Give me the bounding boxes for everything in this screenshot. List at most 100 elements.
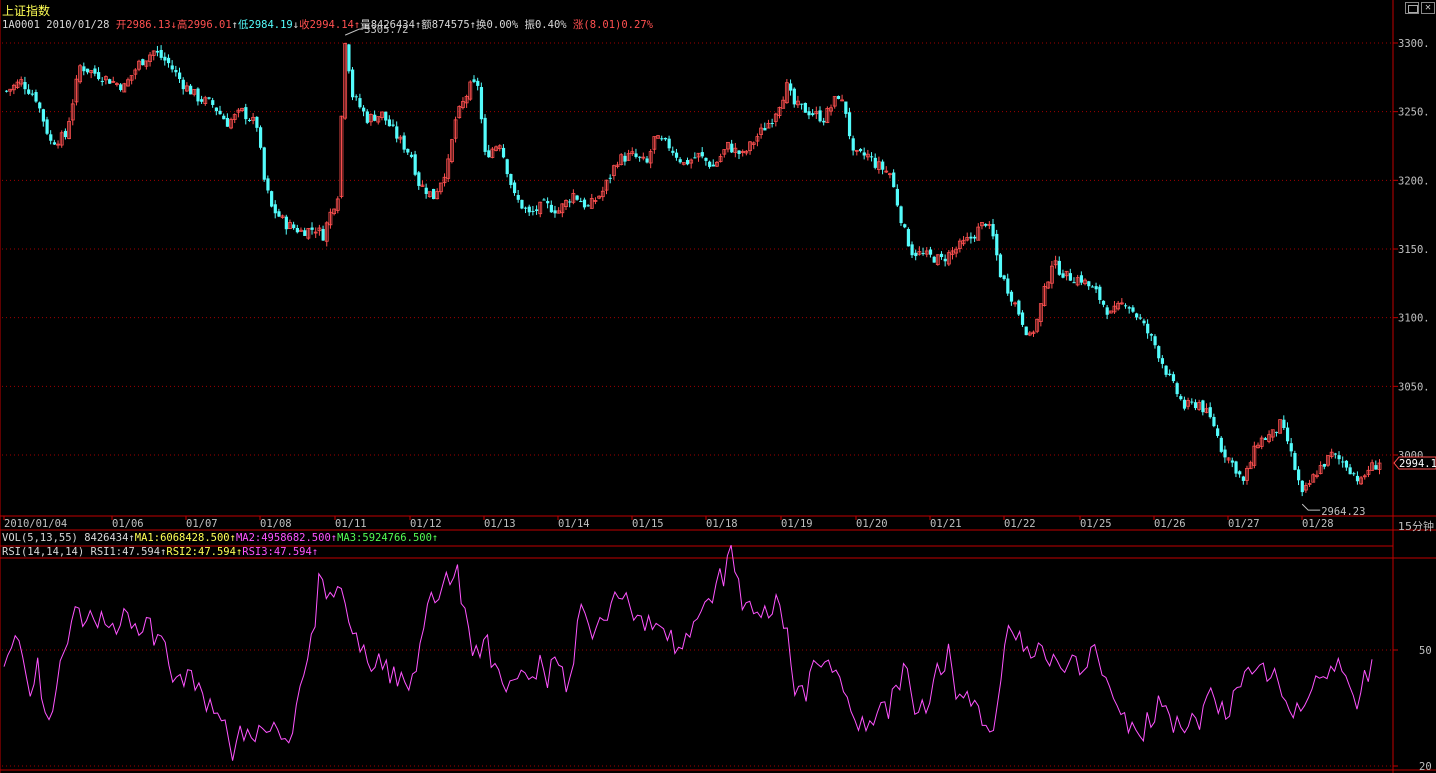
candle-body-down bbox=[568, 201, 572, 203]
price-grid bbox=[2, 42, 1393, 456]
candle-body-down bbox=[1124, 305, 1128, 307]
candle-body-down bbox=[82, 66, 86, 72]
candle-body-down bbox=[1374, 465, 1378, 470]
candle-body-down bbox=[45, 119, 49, 134]
candle-body-down bbox=[586, 205, 590, 207]
price-axis: 3000.3050.3100.3150.3200.3250.3300. bbox=[1393, 38, 1430, 462]
price-tick-label: 3050. bbox=[1398, 381, 1430, 393]
candle-body-down bbox=[108, 79, 112, 84]
candle-body-down bbox=[1179, 396, 1183, 400]
candle-body-down bbox=[505, 159, 509, 175]
candle-body-down bbox=[1263, 438, 1268, 440]
candle-body-down bbox=[708, 161, 712, 167]
date-tick-label: 01/22 bbox=[1004, 518, 1036, 530]
candle-body-down bbox=[273, 204, 277, 214]
price-tick-label: 3150. bbox=[1398, 244, 1430, 256]
candle-body-down bbox=[667, 138, 671, 149]
rsi1-value: RSI1:47.594 bbox=[90, 546, 161, 558]
candle-body-down bbox=[881, 161, 885, 170]
candle-body-down bbox=[671, 150, 675, 153]
candle-body-down bbox=[1193, 402, 1198, 409]
candle-body-down bbox=[998, 254, 1003, 278]
high-label: 高 bbox=[176, 19, 188, 31]
candle-body-down bbox=[678, 159, 682, 163]
candle-body-down bbox=[395, 126, 399, 139]
candle-body-down bbox=[737, 150, 741, 154]
candle-body-down bbox=[373, 114, 377, 121]
candle-body-down bbox=[608, 177, 612, 179]
candle-body-down bbox=[660, 138, 664, 140]
candle-body-down bbox=[1348, 467, 1352, 475]
amount-value: 874575 bbox=[431, 19, 470, 31]
candle-body-down bbox=[910, 244, 914, 256]
candle-body-down bbox=[634, 153, 638, 157]
date-tick-label: 01/12 bbox=[410, 518, 442, 530]
candle-body-down bbox=[991, 224, 995, 237]
candle-body-down bbox=[903, 224, 907, 228]
candle-body-down bbox=[763, 128, 767, 131]
close-icon[interactable]: ✕ bbox=[1421, 2, 1435, 14]
candle-body-down bbox=[1282, 419, 1286, 428]
min-price-leader bbox=[1301, 503, 1321, 511]
candle-body-down bbox=[63, 130, 68, 138]
candle-body-down bbox=[892, 172, 896, 188]
candle-body-down bbox=[1098, 286, 1102, 300]
candle-body-down bbox=[711, 164, 715, 167]
candle-body-down bbox=[1300, 480, 1304, 493]
candle-body-down bbox=[645, 158, 649, 163]
candle-body-down bbox=[844, 101, 848, 114]
candle-body-down bbox=[225, 117, 230, 127]
candle-body-down bbox=[1094, 286, 1098, 290]
candle-body-down bbox=[384, 111, 388, 121]
rsi-series bbox=[3, 545, 1373, 761]
candle-body-down bbox=[1131, 307, 1135, 312]
candle-body-down bbox=[693, 157, 697, 159]
candle-body-down bbox=[524, 207, 528, 209]
high-value: 2996.01 bbox=[187, 19, 232, 31]
candle-body-down bbox=[163, 56, 167, 61]
candle-body-down bbox=[30, 93, 34, 95]
restore-window-icon[interactable] bbox=[1405, 2, 1419, 14]
candle-body-down bbox=[476, 80, 480, 86]
candle-body-down bbox=[244, 107, 248, 120]
close-label: 收 bbox=[299, 19, 310, 31]
candle-body-down bbox=[174, 70, 178, 73]
candle-body-down bbox=[321, 229, 325, 241]
candle-body-down bbox=[789, 83, 793, 91]
candle-body-down bbox=[800, 103, 804, 105]
candle-body-down bbox=[973, 236, 977, 239]
period-selector[interactable]: 15分钟 bbox=[1398, 518, 1434, 534]
low-label: 低 bbox=[238, 19, 249, 31]
candle-body-down bbox=[413, 154, 417, 175]
low-value: 2984.19 bbox=[248, 19, 293, 31]
candle-body-down bbox=[1020, 312, 1025, 325]
candle-body-down bbox=[85, 68, 90, 73]
candle-body-down bbox=[1175, 383, 1179, 395]
change-value: (8.01)0.27% bbox=[583, 19, 653, 31]
candle-body-down bbox=[939, 253, 944, 258]
candle-body-down bbox=[358, 98, 362, 108]
candle-body-down bbox=[362, 107, 366, 112]
candle-body-down bbox=[546, 201, 550, 204]
candle-body-down bbox=[178, 72, 182, 80]
date-tick-label: 01/13 bbox=[484, 518, 516, 530]
candle-body-down bbox=[170, 65, 174, 70]
vol-ma3: MA3:5924766.500 bbox=[337, 532, 432, 544]
amplitude-value: 0.40% bbox=[534, 19, 567, 31]
candle-body-down bbox=[1238, 471, 1242, 475]
candle-body-down bbox=[262, 147, 266, 180]
candle-body-down bbox=[1138, 317, 1142, 319]
candle-body-down bbox=[1087, 281, 1091, 287]
candle-body-down bbox=[1024, 326, 1028, 336]
candle-body-down bbox=[277, 211, 281, 217]
candle-body-down bbox=[34, 92, 38, 102]
candle-body-down bbox=[501, 147, 506, 158]
candle-body-down bbox=[1341, 461, 1345, 463]
candle-body-down bbox=[1149, 334, 1153, 336]
candle-body-down bbox=[847, 112, 852, 137]
candle-body-down bbox=[1068, 273, 1072, 281]
candle-body-down bbox=[255, 116, 259, 128]
rsi-axis: 2050 bbox=[1393, 645, 1432, 773]
candle-body-down bbox=[27, 89, 31, 94]
candle-body-down bbox=[995, 233, 999, 256]
